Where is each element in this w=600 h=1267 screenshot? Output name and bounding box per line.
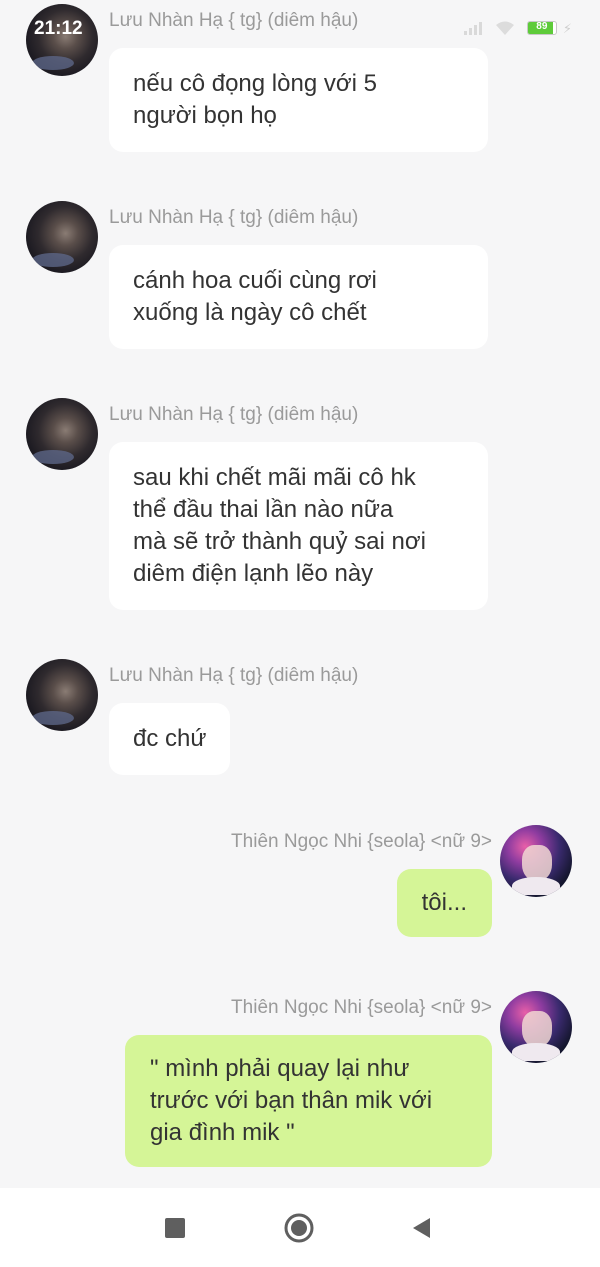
status-icons: 89 ⚡ xyxy=(463,20,572,36)
sender-name: Thiên Ngọc Nhi {seola} <nữ 9> xyxy=(231,997,492,1018)
message-row: Thiên Ngọc Nhi {seola} <nữ 9> tôi... xyxy=(0,825,600,945)
charging-bolt-icon: ⚡ xyxy=(562,20,572,36)
message-row: Thiên Ngọc Nhi {seola} <nữ 9> " mình phả… xyxy=(0,991,600,1171)
message-bubble[interactable]: nếu cô đọng lòng với 5 người bọn họ xyxy=(109,48,488,152)
navigation-bar xyxy=(0,1188,600,1267)
message-text: nếu cô đọng lòng với 5 xyxy=(133,70,377,97)
signal-icon xyxy=(463,22,482,35)
avatar[interactable] xyxy=(26,201,98,273)
message-text: diêm điện lạnh lẽo này xyxy=(133,560,374,587)
chat-area[interactable]: Lưu Nhàn Hạ { tg} (diêm hậu) nếu cô đọng… xyxy=(0,0,600,1188)
avatar[interactable] xyxy=(26,659,98,731)
back-icon xyxy=(413,1218,430,1238)
message-text: đc chứ xyxy=(133,725,207,752)
battery-icon: 89 ⚡ xyxy=(526,20,572,36)
sender-name: Lưu Nhàn Hạ { tg} (diêm hậu) xyxy=(109,10,359,31)
message-text: " mình phải quay lại như xyxy=(150,1055,410,1082)
avatar[interactable] xyxy=(500,825,572,897)
message-bubble[interactable]: đc chứ xyxy=(109,703,231,775)
avatar[interactable] xyxy=(500,991,572,1063)
home-icon xyxy=(284,1213,314,1243)
message-text: tôi... xyxy=(421,889,467,916)
message-bubble[interactable]: sau khi chết mãi mãi cô hk thể đầu thai … xyxy=(109,442,488,610)
message-row: Lưu Nhàn Hạ { tg} (diêm hậu) sau khi chế… xyxy=(0,398,600,613)
message-text: người bọn họ xyxy=(133,102,277,129)
message-text: sau khi chết mãi mãi cô hk xyxy=(133,464,416,491)
recent-apps-icon xyxy=(165,1218,185,1238)
home-button[interactable] xyxy=(283,1212,315,1244)
message-text: xuống là ngày cô chết xyxy=(133,299,367,326)
wifi-icon xyxy=(495,21,514,35)
sender-name: Lưu Nhàn Hạ { tg} (diêm hậu) xyxy=(109,207,359,228)
back-button[interactable] xyxy=(405,1212,437,1244)
message-text: trước với bạn thân mik với xyxy=(150,1087,433,1114)
message-bubble[interactable]: cánh hoa cuối cùng rơi xuống là ngày cô … xyxy=(109,245,488,349)
message-bubble[interactable]: " mình phải quay lại như trước với bạn t… xyxy=(125,1035,492,1167)
avatar[interactable] xyxy=(26,4,98,76)
message-text: cánh hoa cuối cùng rơi xyxy=(133,267,377,294)
status-time: 21:12 xyxy=(34,18,83,39)
sender-name: Lưu Nhàn Hạ { tg} (diêm hậu) xyxy=(109,665,359,686)
sender-name: Thiên Ngọc Nhi {seola} <nữ 9> xyxy=(231,831,492,852)
message-text: mà sẽ trở thành quỷ sai nơi xyxy=(133,528,426,555)
recent-apps-button[interactable] xyxy=(159,1212,191,1244)
sender-name: Lưu Nhàn Hạ { tg} (diêm hậu) xyxy=(109,404,359,425)
message-text: thể đầu thai lần nào nữa xyxy=(133,496,394,523)
battery-level: 89 xyxy=(536,21,548,32)
message-text: gia đình mik " xyxy=(150,1119,295,1146)
message-row: Lưu Nhàn Hạ { tg} (diêm hậu) đc chứ xyxy=(0,659,600,779)
message-row: Lưu Nhàn Hạ { tg} (diêm hậu) cánh hoa cu… xyxy=(0,201,600,351)
avatar[interactable] xyxy=(26,398,98,470)
message-bubble[interactable]: tôi... xyxy=(396,869,492,937)
battery-body: 89 xyxy=(526,21,557,35)
